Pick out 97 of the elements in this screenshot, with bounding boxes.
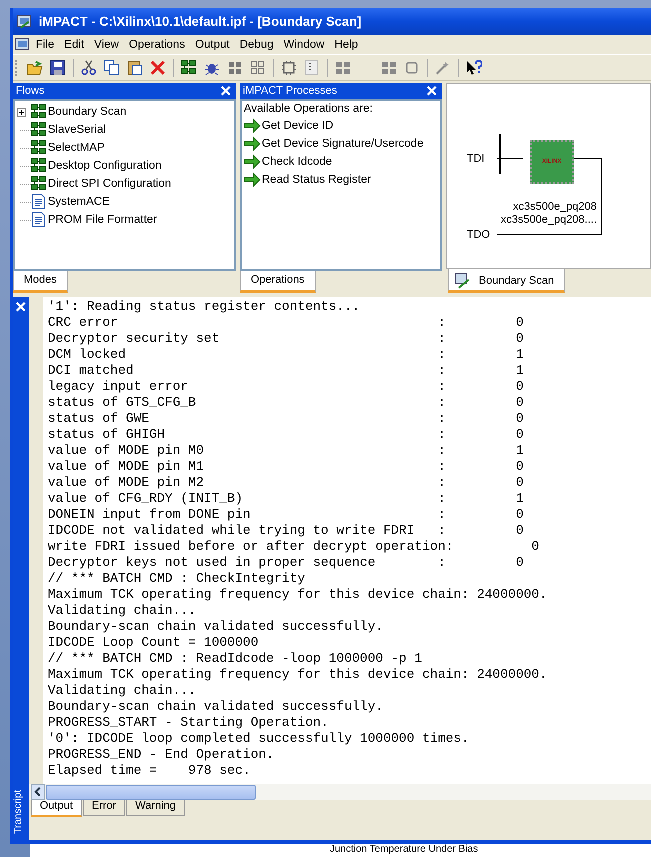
panel-title: Flows	[16, 85, 45, 97]
operation-item[interactable]: Check Idcode	[262, 156, 332, 168]
log-line: Decryptor keys not used in proper sequence : 0	[48, 555, 525, 571]
tree-item[interactable]: Boundary Scan	[48, 106, 127, 118]
menu-item[interactable]: Output	[190, 38, 235, 50]
log-line: Decryptor security set : 0	[48, 331, 525, 347]
scroll-left-icon[interactable]	[34, 787, 42, 797]
close-icon[interactable]	[427, 86, 437, 96]
menu-item[interactable]: View	[89, 38, 124, 50]
menu-item[interactable]: Help	[330, 38, 364, 50]
operation-item[interactable]: Get Device Signature/Usercode	[262, 138, 424, 150]
menu-item[interactable]: Debug	[234, 38, 279, 50]
document-icon	[31, 212, 47, 228]
arrow-icon	[244, 136, 261, 152]
log-line: IDCODE not validated while trying to write FDRI : 0	[48, 523, 525, 539]
view-tab[interactable]: Boundary Scan	[448, 269, 566, 293]
log-line: Boundary-scan chain validated successfully.	[48, 619, 384, 635]
horizontal-scrollbar[interactable]	[29, 784, 651, 800]
output-tab[interactable]: Output	[31, 800, 82, 817]
chain-icon	[31, 122, 47, 138]
log-line: status of GTS_CFG_B : 0	[48, 395, 525, 411]
panel-tab[interactable]: Modes	[13, 271, 68, 293]
device-label: xc3s500e_pq208....	[501, 214, 598, 227]
sidebar-title: Transcript	[13, 790, 25, 834]
paste-icon[interactable]	[127, 60, 143, 76]
log-line: Maximum TCK operating frequency for this device chain: 24000000.	[48, 667, 548, 683]
delete-icon[interactable]	[150, 60, 166, 76]
arrow-icon	[244, 172, 261, 188]
chain-icon	[31, 176, 47, 192]
log-line: status of GHIGH : 0	[48, 427, 525, 443]
tree-item[interactable]: PROM File Formatter	[48, 214, 158, 226]
tree-item[interactable]: SystemACE	[48, 196, 110, 208]
save-icon[interactable]	[50, 60, 66, 76]
tree-item[interactable]: Direct SPI Configuration	[48, 178, 172, 190]
expand-icon[interactable]	[17, 108, 26, 116]
log-line: value of MODE pin M1 : 0	[48, 459, 525, 475]
log-line: CRC error : 0	[48, 315, 525, 331]
app-icon[interactable]	[15, 36, 31, 52]
grid-icon[interactable]	[250, 60, 266, 76]
background-document-text: Junction Temperature Under Bias	[330, 844, 478, 856]
log-line: // *** BATCH CMD : ReadIdcode -loop 1000000 -p 1	[48, 651, 424, 667]
list-icon[interactable]	[304, 60, 320, 76]
log-line: DONEIN input from DONE pin : 0	[48, 507, 525, 523]
log-line: PROGRESS_END - End Operation.	[48, 747, 276, 763]
log-line: value of MODE pin M0 : 1	[48, 443, 525, 459]
log-line: '1': Reading status register contents...	[48, 299, 362, 315]
operation-item[interactable]: Read Status Register	[262, 174, 372, 186]
help-icon[interactable]	[466, 60, 482, 76]
scissors-icon[interactable]	[81, 60, 97, 76]
log-line: DCI matched : 1	[48, 363, 525, 379]
list-heading: Available Operations are:	[244, 103, 374, 117]
app-icon	[17, 14, 33, 30]
scroll-thumb[interactable]	[46, 784, 256, 800]
device-label: xc3s500e_pq208	[512, 201, 598, 214]
chain-icon	[31, 104, 47, 120]
arrow-icon	[244, 118, 261, 134]
tree-item[interactable]: SlaveSerial	[48, 124, 106, 136]
log-line: value of MODE pin M2 : 0	[48, 475, 525, 491]
menu-item[interactable]: Operations	[124, 38, 190, 50]
document-icon	[31, 194, 47, 210]
grid-icon[interactable]	[227, 60, 243, 76]
arrow-icon	[244, 154, 261, 170]
chain-icon	[31, 140, 47, 156]
pin-label: TDO	[467, 229, 490, 241]
log-line: write FDRI issued before or after decrypt operation: 0	[48, 539, 540, 555]
close-icon[interactable]	[16, 302, 26, 312]
copy-icon[interactable]	[104, 60, 120, 76]
menu-item[interactable]: File	[31, 38, 60, 50]
chain-icon[interactable]	[181, 60, 197, 76]
log-line: legacy input error : 0	[48, 379, 525, 395]
log-line: '0': IDCODE loop completed successfully 1000000 times.	[48, 731, 470, 747]
menu-item[interactable]: Window	[278, 38, 330, 50]
tree-item[interactable]: Desktop Configuration	[48, 160, 162, 172]
tree-item[interactable]: SelectMAP	[48, 142, 105, 154]
output-tab[interactable]: Error	[83, 800, 126, 816]
close-icon[interactable]	[221, 86, 231, 96]
panel-tab[interactable]: Operations	[240, 271, 316, 293]
log-line: DCM locked : 1	[48, 347, 525, 363]
log-line: Elapsed time = 978 sec.	[48, 763, 252, 779]
log-line: Validating chain...	[48, 683, 198, 699]
log-line: Maximum TCK operating frequency for this device chain: 24000000.	[48, 587, 548, 603]
open-folder-icon[interactable]	[27, 60, 43, 76]
panel-title: iMPACT Processes	[243, 85, 338, 97]
menu-item[interactable]: Edit	[60, 38, 90, 50]
chain-icon	[31, 158, 47, 174]
log-line: status of GWE : 0	[48, 411, 525, 427]
operation-item[interactable]: Get Device ID	[262, 120, 334, 132]
wand-icon[interactable]	[435, 60, 451, 76]
window-title: iMPACT - C:\Xilinx\10.1\default.ipf - [Boundary Scan]	[39, 14, 362, 29]
log-line: // *** BATCH CMD : CheckIntegrity	[48, 571, 306, 587]
log-line: Validating chain...	[48, 603, 198, 619]
log-line: Boundary-scan chain validated successfully.	[48, 699, 384, 715]
output-tab[interactable]: Warning	[126, 800, 186, 816]
log-line: IDCODE Loop Count = 1000000	[48, 635, 260, 651]
log-line: PROGRESS_START - Starting Operation.	[48, 715, 330, 731]
pin-label: TDI	[467, 153, 485, 165]
log-line: value of CFG_RDY (INIT_B) : 1	[48, 491, 525, 507]
